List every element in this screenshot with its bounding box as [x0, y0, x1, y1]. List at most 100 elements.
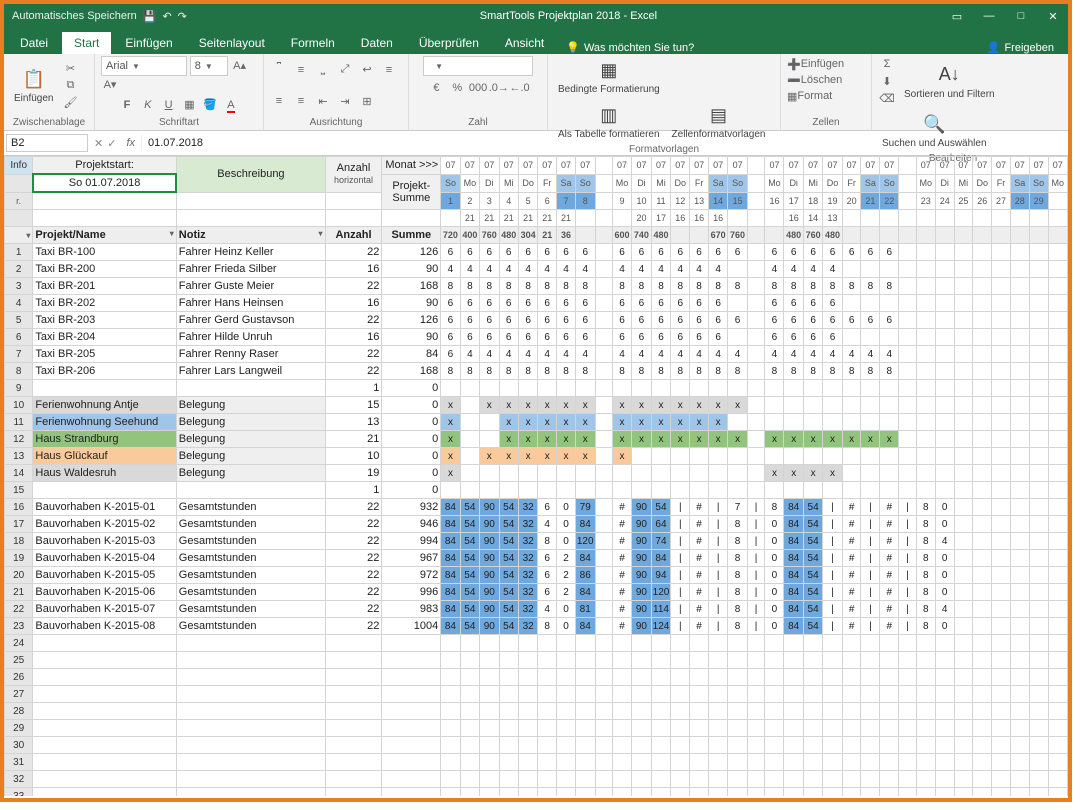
cell[interactable]: x: [765, 465, 784, 482]
cell[interactable]: |: [708, 533, 727, 550]
cell[interactable]: [880, 482, 899, 499]
cell[interactable]: [992, 737, 1011, 754]
cell[interactable]: [1048, 584, 1067, 601]
cell[interactable]: [595, 584, 612, 601]
cell[interactable]: 6: [612, 295, 631, 312]
cell[interactable]: [557, 380, 576, 397]
cell[interactable]: 07: [460, 157, 479, 175]
cell[interactable]: [861, 754, 880, 771]
cell[interactable]: [784, 414, 803, 431]
cell[interactable]: Mi: [499, 174, 518, 192]
cell[interactable]: [460, 754, 479, 771]
cell[interactable]: [595, 210, 612, 227]
cell[interactable]: [1010, 261, 1029, 278]
cell[interactable]: [499, 652, 518, 669]
cell[interactable]: [784, 380, 803, 397]
cell[interactable]: [595, 669, 612, 686]
cell[interactable]: Mo: [1048, 174, 1067, 192]
cell[interactable]: 8: [823, 278, 842, 295]
cell[interactable]: [880, 397, 899, 414]
cell[interactable]: [1029, 720, 1048, 737]
cell[interactable]: [954, 431, 973, 448]
cell[interactable]: |: [861, 550, 880, 567]
delete-cells-button[interactable]: ➖ Löschen: [787, 72, 842, 88]
cell[interactable]: 84: [441, 601, 460, 618]
cell[interactable]: [1010, 533, 1029, 550]
cell[interactable]: [728, 465, 747, 482]
cell[interactable]: |: [861, 584, 880, 601]
cell[interactable]: [823, 686, 842, 703]
cell[interactable]: [992, 397, 1011, 414]
cell[interactable]: [1029, 669, 1048, 686]
cell[interactable]: |: [899, 516, 917, 533]
cell[interactable]: [460, 448, 479, 465]
cell[interactable]: [861, 329, 880, 346]
cell[interactable]: 54: [460, 567, 479, 584]
cell[interactable]: x: [518, 397, 537, 414]
cell[interactable]: 8: [612, 278, 631, 295]
cell[interactable]: [1029, 788, 1048, 797]
cell[interactable]: 4: [784, 261, 803, 278]
cell[interactable]: [651, 465, 671, 482]
cell[interactable]: [575, 227, 595, 244]
cell[interactable]: [765, 482, 784, 499]
cell[interactable]: 4: [499, 192, 518, 210]
cell[interactable]: x: [538, 414, 557, 431]
cell[interactable]: 6: [499, 312, 518, 329]
cell[interactable]: [916, 703, 935, 720]
cell[interactable]: 6: [557, 312, 576, 329]
cell[interactable]: 81: [575, 601, 595, 618]
cell[interactable]: [1029, 363, 1048, 380]
cell[interactable]: [880, 720, 899, 737]
cell[interactable]: 6: [575, 312, 595, 329]
cell[interactable]: 8: [916, 584, 935, 601]
cell[interactable]: [538, 482, 557, 499]
cell[interactable]: [651, 380, 671, 397]
cell[interactable]: 79: [575, 499, 595, 516]
cell[interactable]: [1029, 584, 1048, 601]
cell[interactable]: [935, 431, 954, 448]
cell[interactable]: [842, 652, 861, 669]
cell[interactable]: [690, 652, 709, 669]
cell[interactable]: [916, 397, 935, 414]
cell[interactable]: [728, 720, 747, 737]
cell[interactable]: [518, 635, 537, 652]
cell[interactable]: 90: [480, 601, 499, 618]
cell[interactable]: 4: [880, 346, 899, 363]
cell[interactable]: 27: [992, 192, 1011, 210]
cell[interactable]: [557, 686, 576, 703]
cell[interactable]: [499, 788, 518, 797]
cell[interactable]: [671, 771, 690, 788]
cell[interactable]: 21: [538, 227, 557, 244]
cell[interactable]: [842, 754, 861, 771]
cell[interactable]: 6: [632, 329, 651, 346]
cell[interactable]: [880, 448, 899, 465]
cell[interactable]: Mi: [651, 174, 671, 192]
align-right-icon[interactable]: ≡: [292, 93, 310, 109]
cell[interactable]: [1048, 720, 1067, 737]
cell[interactable]: [480, 465, 499, 482]
cell[interactable]: 4: [823, 261, 842, 278]
cell[interactable]: [916, 788, 935, 797]
cell[interactable]: 54: [803, 584, 822, 601]
cell[interactable]: 0: [765, 618, 784, 635]
cell[interactable]: #: [880, 516, 899, 533]
cell[interactable]: [954, 788, 973, 797]
cell[interactable]: [935, 312, 954, 329]
cell[interactable]: x: [499, 448, 518, 465]
cell[interactable]: 90: [632, 533, 651, 550]
cell[interactable]: x: [441, 397, 460, 414]
cell[interactable]: [973, 278, 992, 295]
cell[interactable]: 6: [538, 499, 557, 516]
cell[interactable]: [1010, 618, 1029, 635]
cell[interactable]: [899, 329, 917, 346]
cell[interactable]: [595, 244, 612, 261]
cell[interactable]: 4: [708, 346, 727, 363]
cell[interactable]: |: [861, 499, 880, 516]
cell[interactable]: [708, 737, 727, 754]
cell[interactable]: [747, 329, 765, 346]
cell[interactable]: [612, 652, 631, 669]
cell[interactable]: 4: [480, 261, 499, 278]
cell[interactable]: 90: [632, 601, 651, 618]
cell[interactable]: 84: [441, 499, 460, 516]
